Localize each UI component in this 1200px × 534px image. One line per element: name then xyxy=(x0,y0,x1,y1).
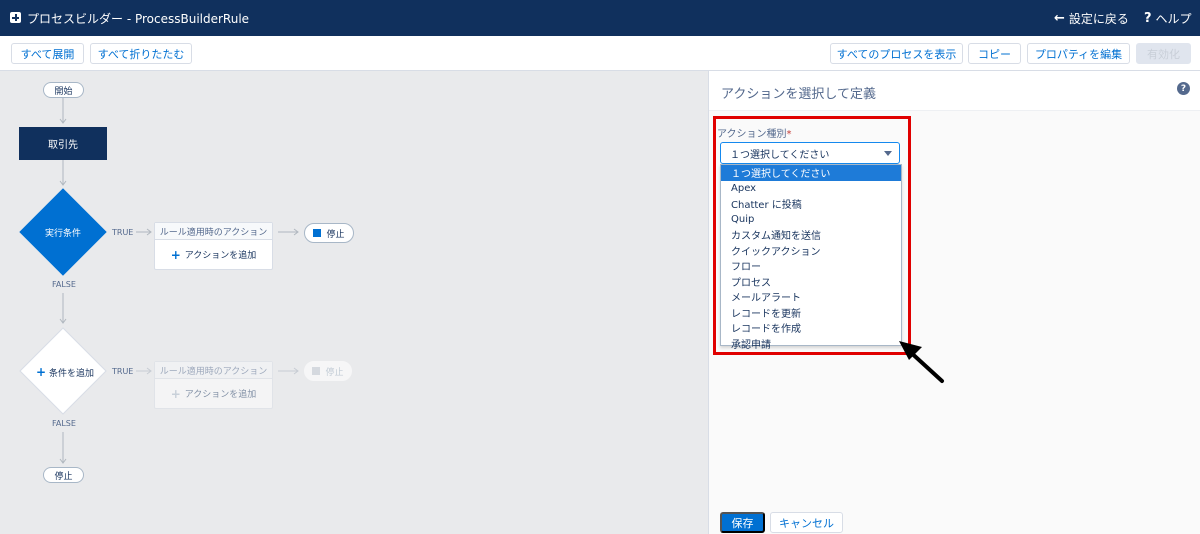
criteria-node-label[interactable]: 実行条件 xyxy=(45,226,81,239)
add-criteria-node[interactable]: + 条件を追加 xyxy=(36,365,94,379)
copy-button[interactable]: コピー xyxy=(968,43,1021,64)
end-stop-node[interactable]: 停止 xyxy=(43,467,84,483)
true-label-2: TRUE xyxy=(112,367,134,376)
immediate-actions-header: ルール適用時のアクション xyxy=(155,362,272,379)
immediate-actions-box: ルール適用時のアクション + アクションを追加 xyxy=(154,222,273,270)
panel-footer: 保存 キャンセル xyxy=(709,511,1200,534)
collapse-all-button[interactable]: すべて折りたたむ xyxy=(90,43,192,64)
annotation-arrow xyxy=(899,341,944,383)
show-all-processes-button[interactable]: すべてのプロセスを表示 xyxy=(830,43,963,64)
stop-square-icon xyxy=(312,367,321,375)
app-header: プロセスビルダー - ProcessBuilderRule ← 設定に戻る ? … xyxy=(0,0,1200,36)
stop-node-1[interactable]: 停止 xyxy=(304,223,354,243)
toolbar: すべて展開 すべて折りたたむ すべてのプロセスを表示 コピー プロパティを編集 … xyxy=(0,36,1200,71)
object-node[interactable]: 取引先 xyxy=(19,127,107,160)
immediate-actions-header: ルール適用時のアクション xyxy=(155,223,272,240)
process-canvas: 開始 取引先 実行条件 TRUE FALSE ルール適用時のアクション + アク… xyxy=(0,71,708,534)
back-to-setup-label: 設定に戻る xyxy=(1068,12,1129,26)
stop-label-2: 停止 xyxy=(325,367,344,378)
stop-node-2: 停止 xyxy=(304,361,352,381)
expand-all-button[interactable]: すべて展開 xyxy=(11,43,84,64)
add-action-label: アクションを追加 xyxy=(184,390,257,400)
immediate-actions-box-disabled: ルール適用時のアクション + アクションを追加 xyxy=(154,361,273,409)
plus-icon: + xyxy=(170,247,181,262)
question-icon: ? xyxy=(1144,11,1152,26)
arrow-left-icon: ← xyxy=(1054,11,1065,26)
save-button[interactable]: 保存 xyxy=(720,512,765,533)
help-label: ヘルプ xyxy=(1155,12,1192,26)
process-builder-app-icon xyxy=(10,12,21,23)
plus-icon: + xyxy=(170,386,181,401)
activate-button[interactable]: 有効化 xyxy=(1136,43,1191,64)
false-label-1: FALSE xyxy=(52,280,76,289)
add-action-label: アクションを追加 xyxy=(184,251,257,261)
edit-properties-button[interactable]: プロパティを編集 xyxy=(1027,43,1130,64)
help-link[interactable]: ? ヘルプ xyxy=(1144,10,1192,27)
back-to-setup-link[interactable]: ← 設定に戻る xyxy=(1054,10,1129,27)
false-label-2: FALSE xyxy=(52,419,76,428)
stop-square-icon xyxy=(313,229,322,237)
start-node[interactable]: 開始 xyxy=(43,82,84,98)
app-title: プロセスビルダー - ProcessBuilderRule xyxy=(27,12,250,26)
add-criteria-label: 条件を追加 xyxy=(48,369,94,379)
true-label-1: TRUE xyxy=(112,228,134,237)
add-action-button[interactable]: + アクションを追加 xyxy=(155,240,272,269)
cancel-button[interactable]: キャンセル xyxy=(770,512,843,533)
action-panel: アクションを選択して定義 ? アクション種別* １つ選択してください １つ選択し… xyxy=(708,71,1200,534)
plus-icon: + xyxy=(36,365,47,379)
add-action-button-disabled: + アクションを追加 xyxy=(155,379,272,408)
stop-label-1: 停止 xyxy=(326,229,345,240)
